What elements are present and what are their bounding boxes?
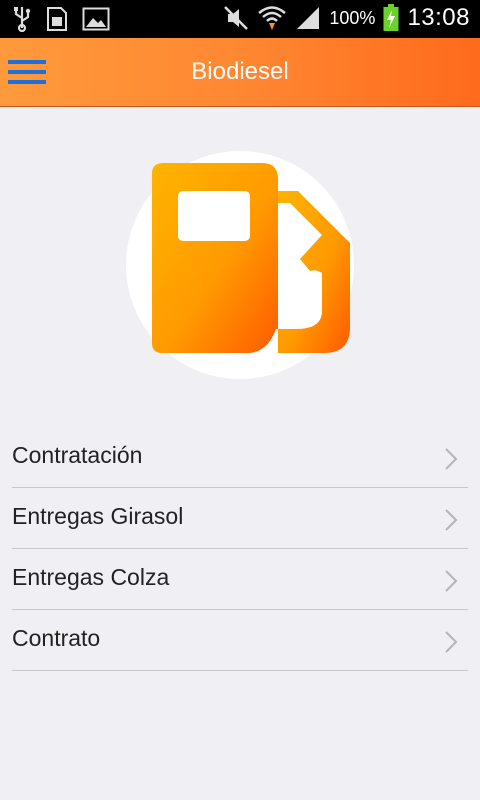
fuel-pump-icon [126,151,354,379]
image-icon [82,7,110,31]
signal-icon [297,7,320,29]
app-title: Biodiesel [191,58,289,85]
status-bar: 100% 13:08 [0,0,480,38]
menu-item-contratacion[interactable]: Contratación [12,427,468,488]
menu-item-label: Entregas Girasol [12,503,184,529]
sim-icon [47,7,67,31]
menu-item-entregas-colza[interactable]: Entregas Colza [12,549,468,610]
menu-item-entregas-girasol[interactable]: Entregas Girasol [12,488,468,549]
menu-item-label: Contratación [12,442,143,468]
battery-percentage: 100% [329,7,376,28]
menu-list: Contratación Entregas Girasol Entregas C… [12,427,468,671]
battery-charging-icon [383,4,399,31]
chevron-right-icon [445,631,458,653]
mute-icon [224,6,249,30]
menu-item-label: Contrato [12,625,101,651]
chevron-right-icon [445,570,458,592]
status-right-icons: 100% 13:08 [223,4,470,32]
menu-item-contrato[interactable]: Contrato [12,610,468,671]
wifi-icon [258,6,287,30]
status-left-icons [12,6,110,32]
menu-item-label: Entregas Colza [12,564,170,590]
chevron-right-icon [445,448,458,470]
usb-icon [14,7,31,32]
app-bar: Biodiesel [0,38,480,107]
chevron-right-icon [445,509,458,531]
clock: 13:08 [407,4,470,31]
hero-logo [126,151,354,379]
